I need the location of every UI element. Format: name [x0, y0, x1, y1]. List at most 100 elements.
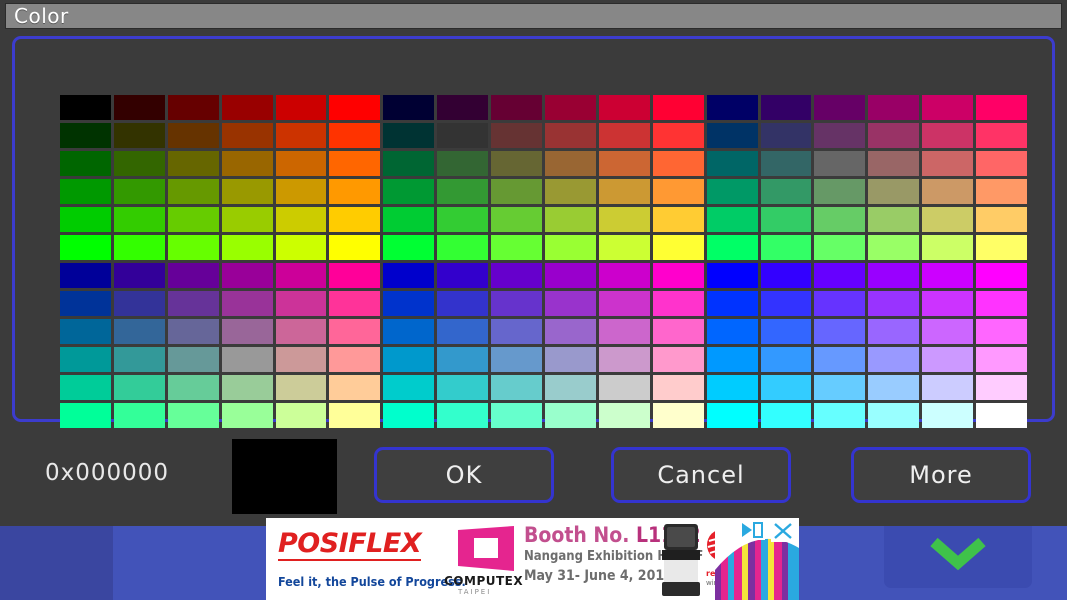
color-swatch[interactable] [491, 207, 542, 232]
more-button[interactable]: More [851, 447, 1031, 503]
color-swatch[interactable] [113, 319, 165, 344]
color-swatch[interactable] [652, 375, 704, 400]
color-swatch[interactable] [652, 403, 704, 428]
color-swatch[interactable] [383, 235, 435, 260]
color-swatch[interactable] [814, 347, 866, 372]
color-swatch[interactable] [113, 263, 165, 288]
color-swatch[interactable] [706, 347, 758, 372]
cancel-button[interactable]: Cancel [611, 447, 791, 503]
adchoices-icon[interactable] [739, 520, 765, 540]
color-swatch[interactable] [60, 151, 111, 176]
color-swatch[interactable] [437, 179, 489, 204]
color-swatch[interactable] [598, 291, 650, 316]
color-swatch[interactable] [221, 179, 273, 204]
color-swatch[interactable] [221, 235, 273, 260]
color-swatch[interactable] [275, 319, 327, 344]
color-swatch[interactable] [976, 319, 1027, 344]
color-swatch[interactable] [652, 123, 704, 148]
color-swatch[interactable] [383, 291, 435, 316]
color-swatch[interactable] [167, 123, 219, 148]
color-swatch[interactable] [922, 151, 974, 176]
color-swatch[interactable] [652, 347, 704, 372]
color-swatch[interactable] [329, 123, 381, 148]
color-swatch[interactable] [814, 179, 866, 204]
color-swatch[interactable] [167, 291, 219, 316]
color-swatch[interactable] [706, 235, 758, 260]
color-swatch[interactable] [652, 235, 704, 260]
color-swatch[interactable] [60, 123, 111, 148]
color-swatch[interactable] [383, 207, 435, 232]
color-swatch[interactable] [167, 375, 219, 400]
color-swatch[interactable] [760, 319, 812, 344]
color-swatch[interactable] [491, 319, 542, 344]
color-swatch[interactable] [491, 263, 542, 288]
color-swatch[interactable] [275, 179, 327, 204]
color-swatch[interactable] [814, 95, 866, 120]
color-swatch[interactable] [383, 319, 435, 344]
color-swatch[interactable] [329, 95, 381, 120]
color-swatch[interactable] [437, 207, 489, 232]
color-swatch[interactable] [491, 291, 542, 316]
color-swatch[interactable] [545, 95, 596, 120]
color-swatch[interactable] [652, 207, 704, 232]
color-swatch[interactable] [60, 263, 111, 288]
color-swatch[interactable] [113, 291, 165, 316]
color-swatch[interactable] [760, 151, 812, 176]
color-swatch[interactable] [922, 179, 974, 204]
color-swatch[interactable] [760, 123, 812, 148]
color-swatch[interactable] [545, 375, 596, 400]
color-swatch[interactable] [167, 207, 219, 232]
color-swatch[interactable] [652, 151, 704, 176]
color-swatch[interactable] [437, 123, 489, 148]
color-swatch[interactable] [598, 403, 650, 428]
color-swatch[interactable] [598, 179, 650, 204]
color-swatch[interactable] [383, 95, 435, 120]
color-swatch[interactable] [491, 403, 542, 428]
color-swatch[interactable] [275, 123, 327, 148]
color-swatch[interactable] [868, 207, 920, 232]
advertisement-banner[interactable]: POSIFLEX Feel it, the Pulse of Progress.… [266, 518, 799, 600]
color-swatch[interactable] [60, 207, 111, 232]
color-swatch[interactable] [60, 235, 111, 260]
color-swatch[interactable] [706, 263, 758, 288]
color-swatch[interactable] [706, 123, 758, 148]
color-swatch[interactable] [60, 95, 111, 120]
color-swatch[interactable] [652, 95, 704, 120]
color-swatch[interactable] [167, 403, 219, 428]
color-swatch[interactable] [329, 403, 381, 428]
color-swatch[interactable] [221, 319, 273, 344]
color-swatch[interactable] [491, 347, 542, 372]
color-swatch[interactable] [922, 95, 974, 120]
color-swatch[interactable] [275, 347, 327, 372]
color-swatch[interactable] [545, 151, 596, 176]
color-swatch[interactable] [275, 151, 327, 176]
color-swatch[interactable] [706, 151, 758, 176]
color-swatch[interactable] [598, 95, 650, 120]
color-swatch[interactable] [437, 263, 489, 288]
color-swatch[interactable] [329, 375, 381, 400]
color-swatch[interactable] [868, 151, 920, 176]
color-swatch[interactable] [329, 207, 381, 232]
color-swatch[interactable] [383, 263, 435, 288]
color-swatch[interactable] [922, 291, 974, 316]
color-swatch[interactable] [706, 95, 758, 120]
color-swatch[interactable] [383, 347, 435, 372]
color-swatch[interactable] [868, 263, 920, 288]
color-swatch[interactable] [922, 123, 974, 148]
color-swatch[interactable] [60, 291, 111, 316]
color-swatch[interactable] [652, 263, 704, 288]
color-swatch[interactable] [922, 403, 974, 428]
color-swatch[interactable] [329, 291, 381, 316]
color-swatch[interactable] [491, 151, 542, 176]
color-swatch[interactable] [437, 151, 489, 176]
color-swatch[interactable] [221, 263, 273, 288]
color-swatch[interactable] [167, 263, 219, 288]
color-swatch[interactable] [868, 123, 920, 148]
color-swatch[interactable] [706, 403, 758, 428]
color-swatch[interactable] [545, 347, 596, 372]
color-swatch[interactable] [706, 319, 758, 344]
color-swatch[interactable] [491, 123, 542, 148]
color-swatch[interactable] [922, 347, 974, 372]
color-swatch[interactable] [760, 375, 812, 400]
color-swatch[interactable] [275, 95, 327, 120]
